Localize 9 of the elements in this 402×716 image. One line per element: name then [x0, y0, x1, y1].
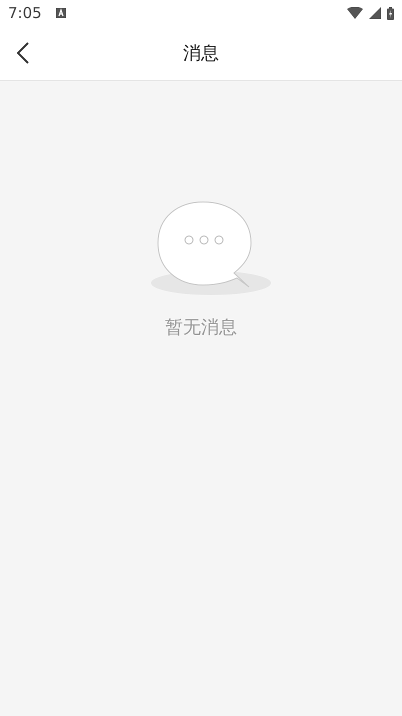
battery-icon — [387, 6, 394, 20]
status-time: 7:05 — [8, 4, 42, 22]
chat-bubble-icon — [150, 201, 272, 297]
wifi-icon — [347, 7, 363, 19]
page-title: 消息 — [183, 42, 219, 65]
empty-message: 暂无消息 — [165, 316, 237, 339]
notification-icon — [56, 8, 66, 18]
signal-icon — [369, 7, 381, 19]
back-icon[interactable] — [17, 42, 29, 64]
